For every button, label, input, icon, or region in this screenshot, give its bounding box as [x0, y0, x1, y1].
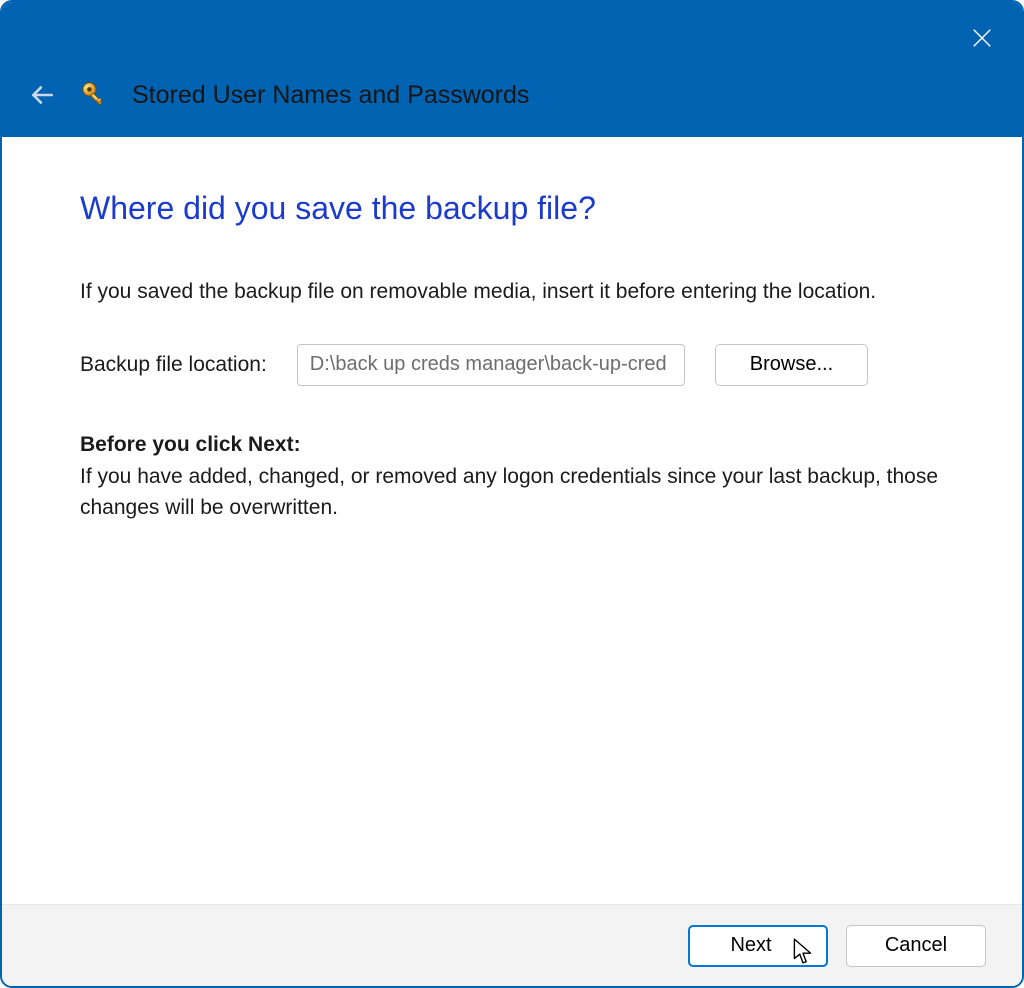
cancel-button[interactable]: Cancel [846, 925, 986, 967]
back-arrow-icon [29, 82, 55, 108]
wizard-title: Stored User Names and Passwords [132, 81, 529, 110]
content-area: Where did you save the backup file? If y… [2, 137, 1022, 904]
page-heading: Where did you save the backup file? [80, 185, 944, 231]
key-icon [80, 80, 110, 110]
note-heading: Before you click Next: [80, 430, 944, 460]
browse-button[interactable]: Browse... [715, 344, 868, 386]
location-row: Backup file location: Browse... [80, 344, 944, 386]
back-button[interactable] [26, 79, 58, 111]
footer: Next Cancel [2, 904, 1022, 986]
next-button[interactable]: Next [688, 925, 828, 967]
instruction-text: If you saved the backup file on removabl… [80, 277, 944, 307]
titlebar: Stored User Names and Passwords [2, 2, 1022, 137]
header-row: Stored User Names and Passwords [26, 79, 529, 111]
close-button[interactable] [964, 20, 1000, 56]
location-label: Backup file location: [80, 350, 267, 380]
close-icon [971, 27, 993, 49]
backup-location-input[interactable] [297, 344, 685, 386]
note-text: If you have added, changed, or removed a… [80, 462, 944, 523]
note-block: Before you click Next: If you have added… [80, 430, 944, 523]
wizard-window: Stored User Names and Passwords Where di… [0, 0, 1024, 988]
